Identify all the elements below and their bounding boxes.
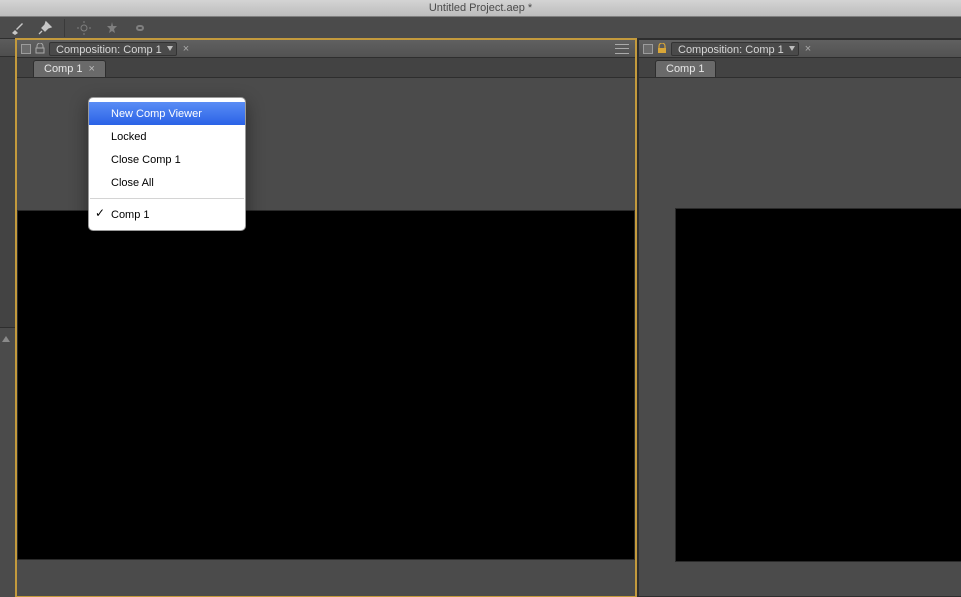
panel-menu-icon[interactable] <box>615 44 629 54</box>
menu-item-label: Comp 1 <box>111 209 150 221</box>
panel-tabstrip: Comp 1 × <box>17 58 635 78</box>
tab-comp[interactable]: Comp 1 × <box>33 60 106 77</box>
left-dock-tabstrip <box>0 57 15 328</box>
link-icon[interactable] <box>129 19 151 37</box>
panel-type-icon <box>21 44 31 54</box>
close-icon[interactable]: × <box>805 43 811 55</box>
brush-icon[interactable] <box>6 19 28 37</box>
panel-title-dropdown[interactable]: Composition: Comp 1 <box>671 42 799 56</box>
panel-title-dropdown[interactable]: Composition: Comp 1 <box>49 42 177 56</box>
left-dock-body <box>0 328 15 597</box>
workspace: Composition: Comp 1 × Comp 1 × Comp <box>0 39 961 597</box>
chevron-down-icon <box>789 46 795 51</box>
menu-divider <box>90 198 244 199</box>
menu-item-new-comp-viewer[interactable]: New Comp Viewer <box>89 102 245 125</box>
tab-comp[interactable]: Comp 1 <box>655 60 716 77</box>
tab-close-icon[interactable]: × <box>89 63 95 75</box>
composition-panel-right: Composition: Comp 1 × Comp 1 <box>638 39 961 597</box>
comp-canvas <box>675 208 961 562</box>
panel-header: Composition: Comp 1 × <box>17 40 635 58</box>
scroll-up-icon[interactable] <box>1 334 11 344</box>
lock-icon[interactable] <box>657 43 667 54</box>
menu-item-comp-checked[interactable]: Comp 1 <box>89 203 245 226</box>
sun-icon[interactable] <box>73 19 95 37</box>
menu-item-label: Close All <box>111 177 154 189</box>
panel-header: Composition: Comp 1 × <box>639 40 961 58</box>
app-toolbar <box>0 17 961 39</box>
lock-icon[interactable] <box>35 43 45 54</box>
menu-item-label: New Comp Viewer <box>111 108 202 120</box>
menu-item-locked[interactable]: Locked <box>89 125 245 148</box>
tab-label: Comp 1 <box>666 63 705 75</box>
panel-tabstrip: Comp 1 <box>639 58 961 78</box>
pin-icon[interactable] <box>34 19 56 37</box>
chevron-down-icon <box>167 46 173 51</box>
panel-type-icon <box>643 44 653 54</box>
tab-label: Comp 1 <box>44 63 83 75</box>
viewer-dropdown-menu: New Comp Viewer Locked Close Comp 1 Clos… <box>88 97 246 231</box>
window-title: Untitled Project.aep * <box>429 2 532 14</box>
left-dock-head <box>0 39 15 57</box>
panel-title-text: Composition: Comp 1 <box>56 44 162 56</box>
star-icon[interactable] <box>101 19 123 37</box>
panel-menu-icon[interactable] <box>0 44 12 52</box>
toolbar-separator <box>64 19 65 37</box>
panel-title-text: Composition: Comp 1 <box>678 44 784 56</box>
menu-item-close-all[interactable]: Close All <box>89 171 245 194</box>
menu-item-close-comp[interactable]: Close Comp 1 <box>89 148 245 171</box>
left-dock <box>0 39 16 597</box>
comp-viewport[interactable] <box>639 78 961 596</box>
close-icon[interactable]: × <box>183 43 189 55</box>
comp-canvas <box>17 210 635 560</box>
menu-item-label: Close Comp 1 <box>111 154 181 166</box>
menu-item-label: Locked <box>111 131 146 143</box>
window-titlebar: Untitled Project.aep * <box>0 0 961 17</box>
